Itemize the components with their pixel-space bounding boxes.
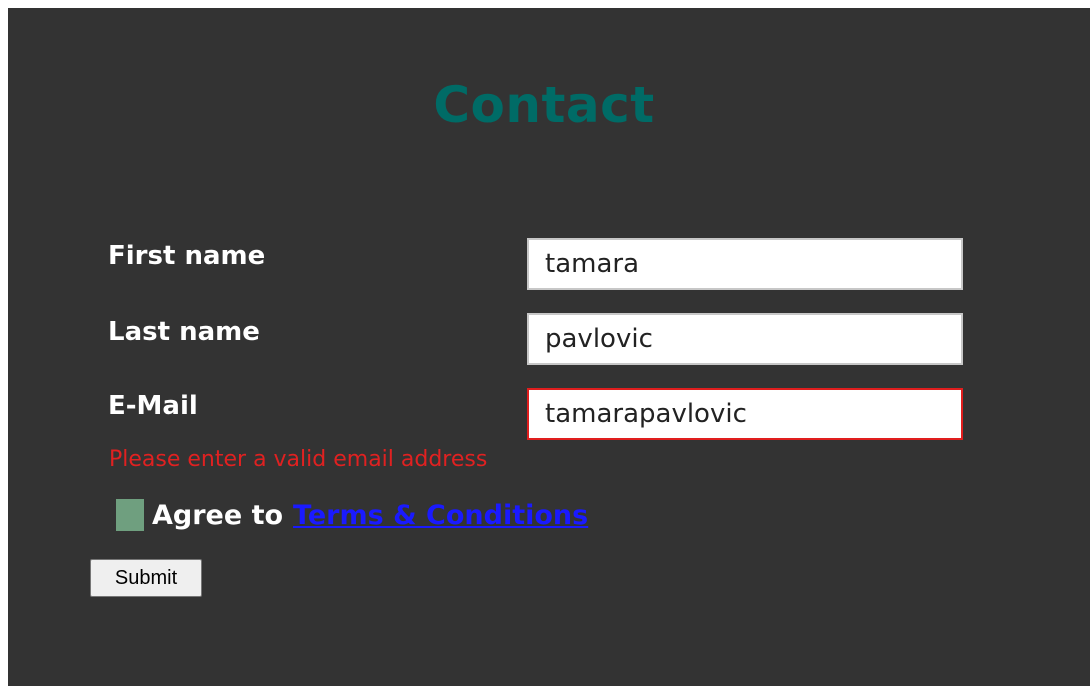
agree-checkbox[interactable] [116,499,144,531]
agree-row: Agree to Terms & Conditions [116,498,588,532]
terms-link[interactable]: Terms & Conditions [293,502,588,529]
contact-panel: Contact First name Last name E-Mail Plea… [8,8,1090,686]
email-field[interactable] [527,388,963,440]
first-name-label: First name [108,241,266,271]
agree-label: Agree to [152,499,284,531]
email-label: E-Mail [108,391,198,421]
last-name-label: Last name [108,317,260,347]
first-name-field[interactable] [527,238,963,290]
page-title: Contact [433,76,655,134]
last-name-field[interactable] [527,313,963,365]
submit-button[interactable]: Submit [90,559,202,597]
email-error-message: Please enter a valid email address [109,447,488,472]
